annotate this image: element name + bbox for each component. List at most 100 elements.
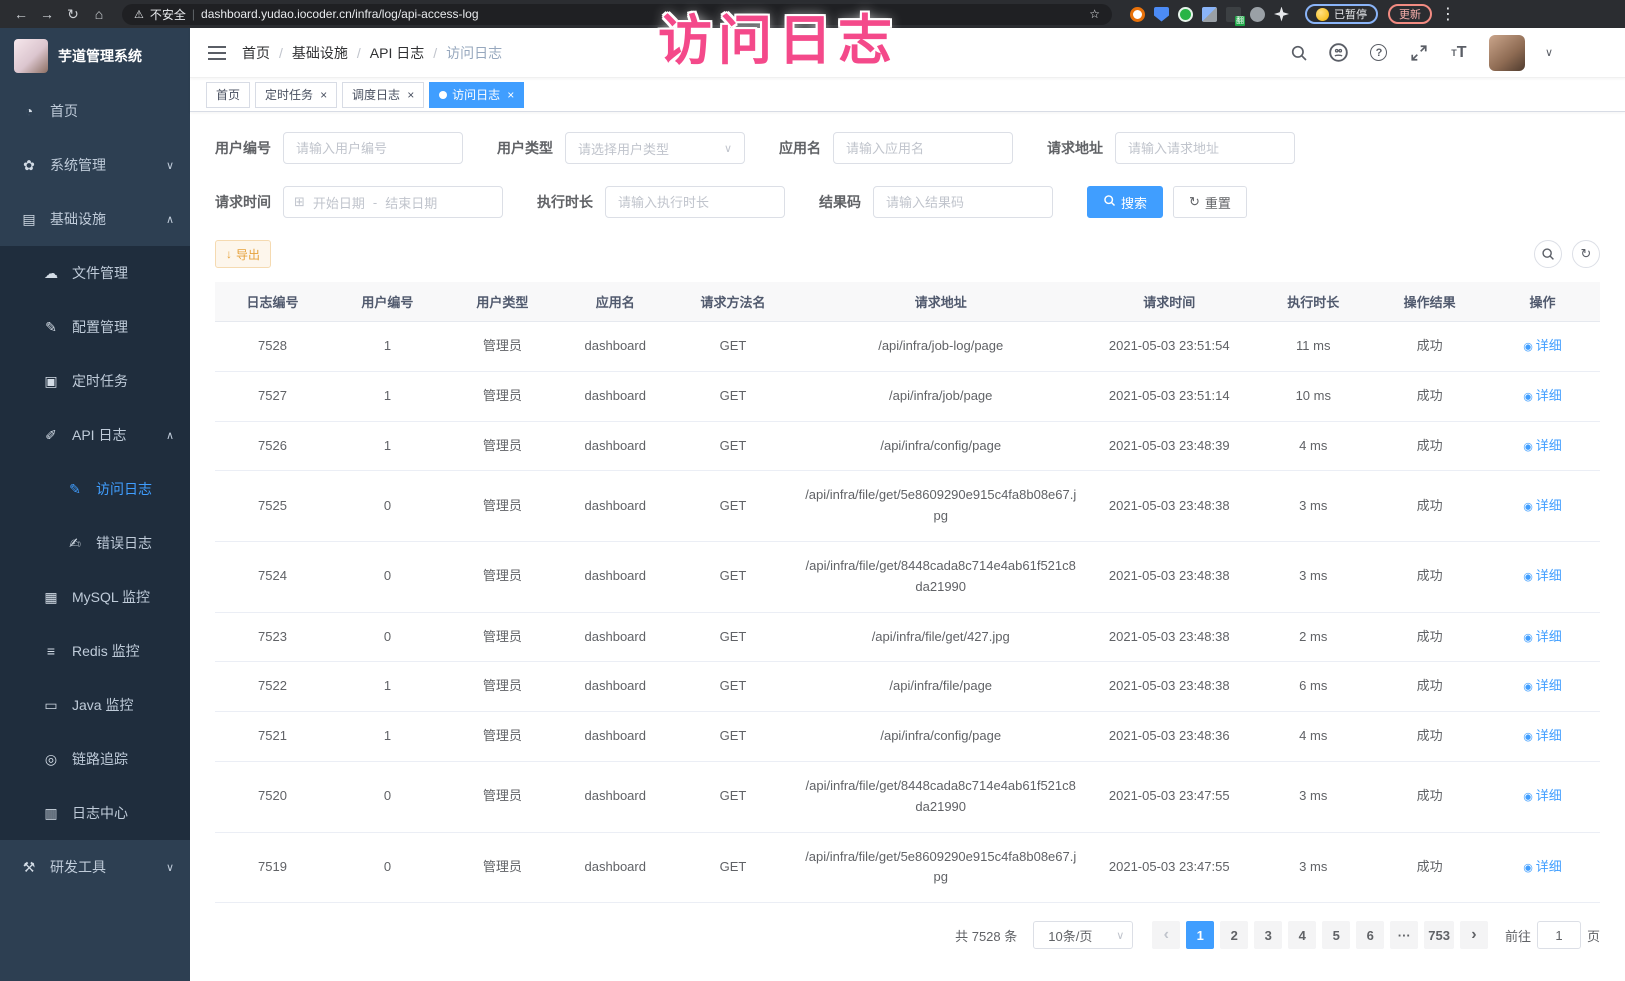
- search-icon[interactable]: [1289, 43, 1309, 63]
- page-button-2[interactable]: 2: [1220, 921, 1248, 949]
- filter-label: 执行时长: [537, 192, 593, 212]
- cell-method: GET: [671, 612, 796, 662]
- reset-button[interactable]: 重置: [1173, 186, 1247, 218]
- extension-icon-gray[interactable]: [1250, 7, 1265, 22]
- page-button-5[interactable]: 5: [1322, 921, 1350, 949]
- filter-select-用户类型[interactable]: 请选择用户类型: [565, 132, 745, 164]
- translate-badge: 翻: [1235, 16, 1245, 26]
- font-size-icon[interactable]: [1449, 43, 1469, 63]
- sidebar-item-log-center[interactable]: ▥日志中心: [0, 786, 190, 840]
- sidebar-item-job[interactable]: ▣定时任务: [0, 354, 190, 408]
- close-icon[interactable]: ×: [320, 89, 327, 101]
- refresh-table-button[interactable]: [1572, 240, 1600, 268]
- breadcrumb-item[interactable]: 基础设施: [292, 43, 348, 63]
- filter-input-请求地址[interactable]: [1115, 132, 1295, 164]
- sidebar-item-trace[interactable]: ◎链路追踪: [0, 732, 190, 786]
- extension-icon-green[interactable]: [1178, 7, 1193, 22]
- extension-icon-donut[interactable]: [1130, 7, 1145, 22]
- detail-link[interactable]: 详细: [1523, 786, 1562, 807]
- detail-link[interactable]: 详细: [1523, 627, 1562, 648]
- show-search-button[interactable]: [1534, 240, 1562, 268]
- page-button-1[interactable]: 1: [1186, 921, 1214, 949]
- extension-icon-pinwheel[interactable]: [1274, 7, 1289, 22]
- prev-page-button[interactable]: [1152, 921, 1180, 949]
- tab-label: 首页: [216, 86, 240, 103]
- date-range-picker[interactable]: 开始日期-结束日期: [283, 186, 503, 218]
- filter-input-用户编号[interactable]: [283, 132, 463, 164]
- user-avatar[interactable]: [1489, 35, 1525, 71]
- sidebar-item-config-manage[interactable]: ✎配置管理: [0, 300, 190, 354]
- cell-app: dashboard: [560, 761, 671, 832]
- cell-action: 详细: [1485, 541, 1600, 612]
- breadcrumb-separator: /: [433, 45, 437, 61]
- search-button[interactable]: 搜索: [1087, 186, 1163, 218]
- system-icon: ✿: [20, 157, 38, 174]
- detail-link[interactable]: 详细: [1523, 496, 1562, 517]
- export-button[interactable]: 导出: [215, 240, 271, 268]
- page-button-4[interactable]: 4: [1288, 921, 1316, 949]
- sidebar-item-infrastructure[interactable]: ▤基础设施∧: [0, 192, 190, 246]
- page-button-3[interactable]: 3: [1254, 921, 1282, 949]
- detail-link[interactable]: 详细: [1523, 566, 1562, 587]
- sidebar-item-redis-monitor[interactable]: ≡Redis 监控: [0, 624, 190, 678]
- api-log-icon: ✐: [42, 427, 60, 444]
- detail-link[interactable]: 详细: [1523, 857, 1562, 878]
- detail-link[interactable]: 详细: [1523, 386, 1562, 407]
- detail-link[interactable]: 详细: [1523, 676, 1562, 697]
- page-button-753[interactable]: 753: [1424, 921, 1454, 949]
- browser-reload-button[interactable]: [62, 4, 84, 24]
- tab-定时任务[interactable]: 定时任务×: [255, 82, 337, 108]
- column-header: 日志编号: [215, 282, 330, 322]
- detail-link[interactable]: 详细: [1523, 336, 1562, 357]
- breadcrumb-item[interactable]: API 日志: [370, 43, 424, 63]
- filter-field: 应用名: [779, 132, 1013, 164]
- fullscreen-icon[interactable]: [1409, 43, 1429, 63]
- cell-method: GET: [671, 832, 796, 903]
- browser-home-button[interactable]: [88, 4, 110, 24]
- close-icon[interactable]: ×: [407, 89, 414, 101]
- filter-input-应用名[interactable]: [833, 132, 1013, 164]
- dashboard-icon: ◔: [20, 103, 38, 119]
- browser-forward-button[interactable]: [36, 4, 58, 24]
- filter-input-结果码[interactable]: [873, 186, 1053, 218]
- eye-icon: [1523, 336, 1533, 357]
- browser-menu-icon[interactable]: [1440, 4, 1456, 24]
- collapse-sidebar-icon[interactable]: [208, 46, 226, 60]
- sidebar-logo[interactable]: 芋道管理系统: [0, 28, 190, 84]
- sidebar-item-file-manage[interactable]: ☁文件管理: [0, 246, 190, 300]
- pager-ellipsis[interactable]: ···: [1390, 921, 1418, 949]
- close-icon[interactable]: ×: [507, 89, 514, 101]
- extension-icon-shield[interactable]: [1154, 7, 1169, 22]
- page-button-6[interactable]: 6: [1356, 921, 1384, 949]
- goto-page-input[interactable]: [1537, 921, 1581, 949]
- address-bar[interactable]: 不安全 | dashboard.yudao.iocoder.cn/infra/l…: [122, 4, 1112, 25]
- detail-link[interactable]: 详细: [1523, 436, 1562, 457]
- user-menu-caret-icon[interactable]: [1545, 46, 1553, 59]
- breadcrumb-item[interactable]: 首页: [242, 43, 270, 63]
- github-icon[interactable]: [1329, 43, 1349, 63]
- tab-首页[interactable]: 首页: [206, 82, 250, 108]
- browser-back-button[interactable]: [10, 4, 32, 24]
- sidebar-item-java-monitor[interactable]: ▭Java 监控: [0, 678, 190, 732]
- detail-link[interactable]: 详细: [1523, 726, 1562, 747]
- sidebar-item-api-log[interactable]: ✐API 日志∧: [0, 408, 190, 462]
- bookmark-star-icon[interactable]: [1089, 7, 1100, 21]
- sidebar-item-access-log[interactable]: ✎访问日志: [0, 462, 190, 516]
- sidebar-item-system[interactable]: ✿系统管理∨: [0, 138, 190, 192]
- sidebar-item-dev-tools[interactable]: ⚒研发工具∨: [0, 840, 190, 894]
- filter-input-执行时长[interactable]: [605, 186, 785, 218]
- cell-user_id: 0: [330, 541, 445, 612]
- browser-update-button[interactable]: 更新: [1388, 4, 1432, 24]
- sidebar-item-mysql-monitor[interactable]: ▦MySQL 监控: [0, 570, 190, 624]
- extension-icon-translate[interactable]: 翻: [1226, 7, 1241, 22]
- next-page-button[interactable]: [1460, 921, 1488, 949]
- sidebar-item-dashboard[interactable]: ◔首页: [0, 84, 190, 138]
- browser-profile-chip[interactable]: 已暂停: [1305, 4, 1378, 24]
- tab-访问日志[interactable]: 访问日志×: [429, 82, 524, 108]
- sidebar-item-error-log[interactable]: ✍错误日志: [0, 516, 190, 570]
- sidebar-item-label: 访问日志: [96, 479, 152, 499]
- tab-调度日志[interactable]: 调度日志×: [342, 82, 424, 108]
- extension-icon-cubes[interactable]: [1202, 7, 1217, 22]
- page-size-select[interactable]: 10条/页: [1033, 921, 1133, 949]
- help-icon[interactable]: [1369, 43, 1389, 63]
